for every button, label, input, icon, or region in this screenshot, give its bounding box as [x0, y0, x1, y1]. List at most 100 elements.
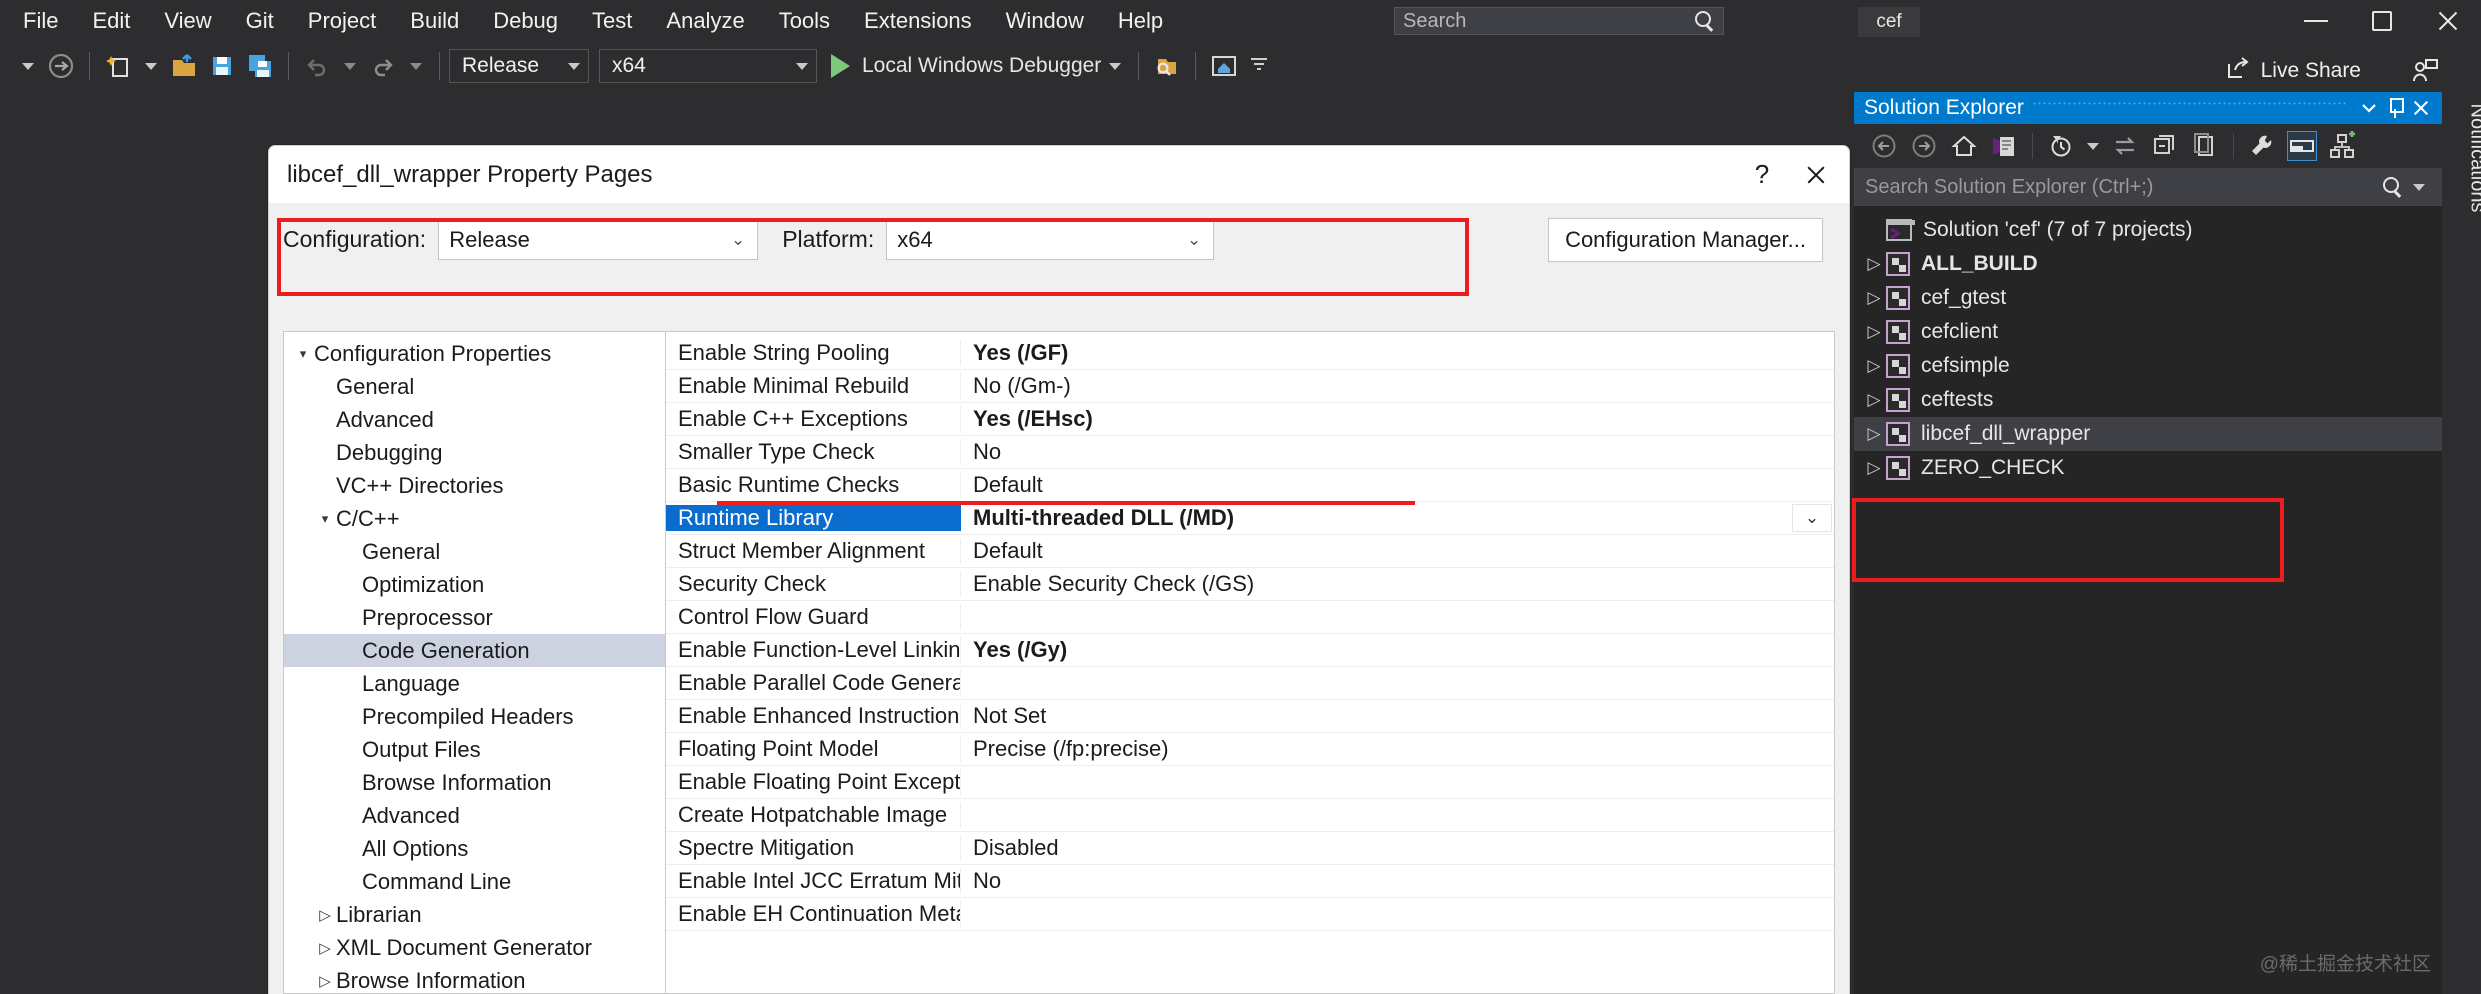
open-file-icon[interactable]	[169, 51, 199, 81]
expander-right-icon[interactable]: ▷	[314, 906, 336, 924]
tree-item-advanced[interactable]: Advanced	[284, 403, 665, 436]
dialog-close-button[interactable]	[1789, 148, 1843, 202]
panel-close-icon[interactable]	[2408, 95, 2434, 121]
property-category-tree[interactable]: ▾Configuration Properties General Advanc…	[283, 331, 665, 994]
toolbar-overflow-icon[interactable]	[1247, 51, 1277, 81]
expander-right-icon[interactable]: ▷	[314, 939, 336, 957]
expander-icon[interactable]: ▷	[1862, 254, 1886, 274]
search-folder-icon[interactable]	[1152, 51, 1182, 81]
property-row-enable-parallel-code-generation[interactable]: Enable Parallel Code Generation	[666, 667, 1834, 700]
menu-item-window[interactable]: Window	[989, 4, 1101, 38]
help-button[interactable]: ?	[1735, 148, 1789, 202]
start-debugging-button[interactable]: Local Windows Debugger	[831, 54, 1129, 78]
pin-icon[interactable]	[2382, 95, 2408, 121]
property-value[interactable]: Disabled	[961, 835, 1059, 861]
tree-item-all-options[interactable]: All Options	[284, 832, 665, 865]
project-row-cefsimple[interactable]: ▷ cefsimple	[1854, 349, 2442, 383]
property-row-struct-member-alignment[interactable]: Struct Member AlignmentDefault	[666, 535, 1834, 568]
tree-item-debugging[interactable]: Debugging	[284, 436, 665, 469]
menu-item-project[interactable]: Project	[291, 4, 393, 38]
tree-item-optimization[interactable]: Optimization	[284, 568, 665, 601]
property-row-control-flow-guard[interactable]: Control Flow Guard	[666, 601, 1834, 634]
property-value[interactable]: Not Set	[961, 703, 1046, 729]
tree-item-language[interactable]: Language	[284, 667, 665, 700]
property-value[interactable]: Enable Security Check (/GS)	[961, 571, 1254, 597]
restore-button[interactable]	[2349, 0, 2415, 42]
tree-item-output-files[interactable]: Output Files	[284, 733, 665, 766]
menu-item-git[interactable]: Git	[229, 4, 291, 38]
solution-properties-icon[interactable]	[1989, 131, 2019, 161]
property-row-floating-point-model[interactable]: Floating Point ModelPrecise (/fp:precise…	[666, 733, 1834, 766]
notifications-rail[interactable]: Notifications	[2442, 92, 2481, 994]
tree-item-c-cpp[interactable]: ▾C/C++	[284, 502, 665, 535]
property-value[interactable]: Default	[961, 472, 1043, 498]
expander-icon[interactable]: ▷	[1862, 356, 1886, 376]
expander-down-icon[interactable]: ▾	[292, 346, 314, 362]
property-row-enable-string-pooling[interactable]: Enable String PoolingYes (/GF)	[666, 337, 1834, 370]
project-row-cefclient[interactable]: ▷ cefclient	[1854, 315, 2442, 349]
tree-item-xml-document-generator[interactable]: ▷XML Document Generator	[284, 931, 665, 964]
live-share-button[interactable]: Live Share	[2225, 55, 2361, 87]
property-row-runtime-library[interactable]: Runtime Library Multi-threaded DLL (/MD)…	[666, 502, 1834, 535]
navigate-back-icon[interactable]	[1869, 131, 1899, 161]
property-value[interactable]: Default	[961, 538, 1043, 564]
redo-icon[interactable]	[368, 51, 398, 81]
panel-menu-chevron-icon[interactable]	[2356, 95, 2382, 121]
property-row-enable-minimal-rebuild[interactable]: Enable Minimal RebuildNo (/Gm-)	[666, 370, 1834, 403]
platform-combo[interactable]: x64	[599, 49, 817, 83]
collapse-all-icon[interactable]	[2150, 131, 2180, 161]
menu-item-extensions[interactable]: Extensions	[847, 4, 989, 38]
tree-item-configuration-properties[interactable]: ▾Configuration Properties	[284, 337, 665, 370]
project-row-zero-check[interactable]: ▷ ZERO_CHECK	[1854, 451, 2442, 485]
project-row-libcef-dll-wrapper[interactable]: ▷ libcef_dll_wrapper	[1854, 417, 2442, 451]
menu-item-analyze[interactable]: Analyze	[649, 4, 761, 38]
account-chip[interactable]: cef	[1858, 7, 1920, 37]
filter-chevron-down-icon[interactable]	[2087, 143, 2099, 150]
property-value[interactable]: No (/Gm-)	[961, 373, 1071, 399]
menu-item-tools[interactable]: Tools	[762, 4, 847, 38]
project-row-all-build[interactable]: ▷ ALL_BUILD	[1854, 247, 2442, 281]
undo-chevron-icon[interactable]	[344, 63, 356, 70]
redo-chevron-icon[interactable]	[410, 63, 422, 70]
tree-item-cpp-advanced[interactable]: Advanced	[284, 799, 665, 832]
property-value[interactable]: Precise (/fp:precise)	[961, 736, 1169, 762]
properties-wrench-icon[interactable]	[2247, 131, 2277, 161]
property-row-spectre-mitigation[interactable]: Spectre MitigationDisabled	[666, 832, 1834, 865]
tree-item-cpp-general[interactable]: General	[284, 535, 665, 568]
pending-changes-filter-icon[interactable]	[2046, 131, 2076, 161]
property-row-enable-enhanced-instruction-set[interactable]: Enable Enhanced Instruction SetNot Set	[666, 700, 1834, 733]
tree-item-browse-information-root[interactable]: ▷Browse Information	[284, 964, 665, 994]
tree-item-librarian[interactable]: ▷Librarian	[284, 898, 665, 931]
property-value[interactable]: No	[961, 439, 1001, 465]
expander-right-icon[interactable]: ▷	[314, 972, 336, 990]
expander-icon[interactable]: ▷	[1862, 288, 1886, 308]
tree-item-preprocessor[interactable]: Preprocessor	[284, 601, 665, 634]
project-row-ceftests[interactable]: ▷ ceftests	[1854, 383, 2442, 417]
navigate-forward-icon[interactable]	[1909, 131, 1939, 161]
chevron-down-icon[interactable]	[22, 63, 34, 70]
show-all-files-icon[interactable]	[2190, 131, 2220, 161]
search-options-chevron-icon[interactable]	[2413, 184, 2425, 191]
tree-item-precompiled-headers[interactable]: Precompiled Headers	[284, 700, 665, 733]
menu-item-test[interactable]: Test	[575, 4, 649, 38]
save-all-icon[interactable]	[245, 51, 275, 81]
property-value[interactable]: Multi-threaded DLL (/MD)	[961, 505, 1234, 531]
dialog-titlebar[interactable]: libcef_dll_wrapper Property Pages ?	[269, 146, 1849, 203]
tree-item-command-line[interactable]: Command Line	[284, 865, 665, 898]
expander-icon[interactable]: ▷	[1862, 458, 1886, 478]
property-value[interactable]: No	[961, 868, 1001, 894]
property-value[interactable]: Yes (/GF)	[961, 340, 1068, 366]
property-row-enable-intel-jcc-erratum-mitigation[interactable]: Enable Intel JCC Erratum MitigationNo	[666, 865, 1834, 898]
menu-item-edit[interactable]: Edit	[75, 4, 147, 38]
tree-item-general[interactable]: General	[284, 370, 665, 403]
tree-item-vcpp-directories[interactable]: VC++ Directories	[284, 469, 665, 502]
property-value-chevron-down-icon[interactable]: ⌄	[1792, 504, 1832, 532]
new-project-chevron-icon[interactable]	[145, 63, 157, 70]
expander-down-icon[interactable]: ▾	[314, 511, 336, 527]
start-debugging-chevron-icon[interactable]	[1109, 63, 1121, 70]
navigate-forward-icon[interactable]	[46, 51, 76, 81]
panel-drag-grip[interactable]	[2032, 92, 2348, 124]
global-search-input[interactable]: Search	[1394, 7, 1724, 35]
property-value[interactable]: Yes (/Gy)	[961, 637, 1067, 663]
minimize-button[interactable]	[2283, 0, 2349, 42]
